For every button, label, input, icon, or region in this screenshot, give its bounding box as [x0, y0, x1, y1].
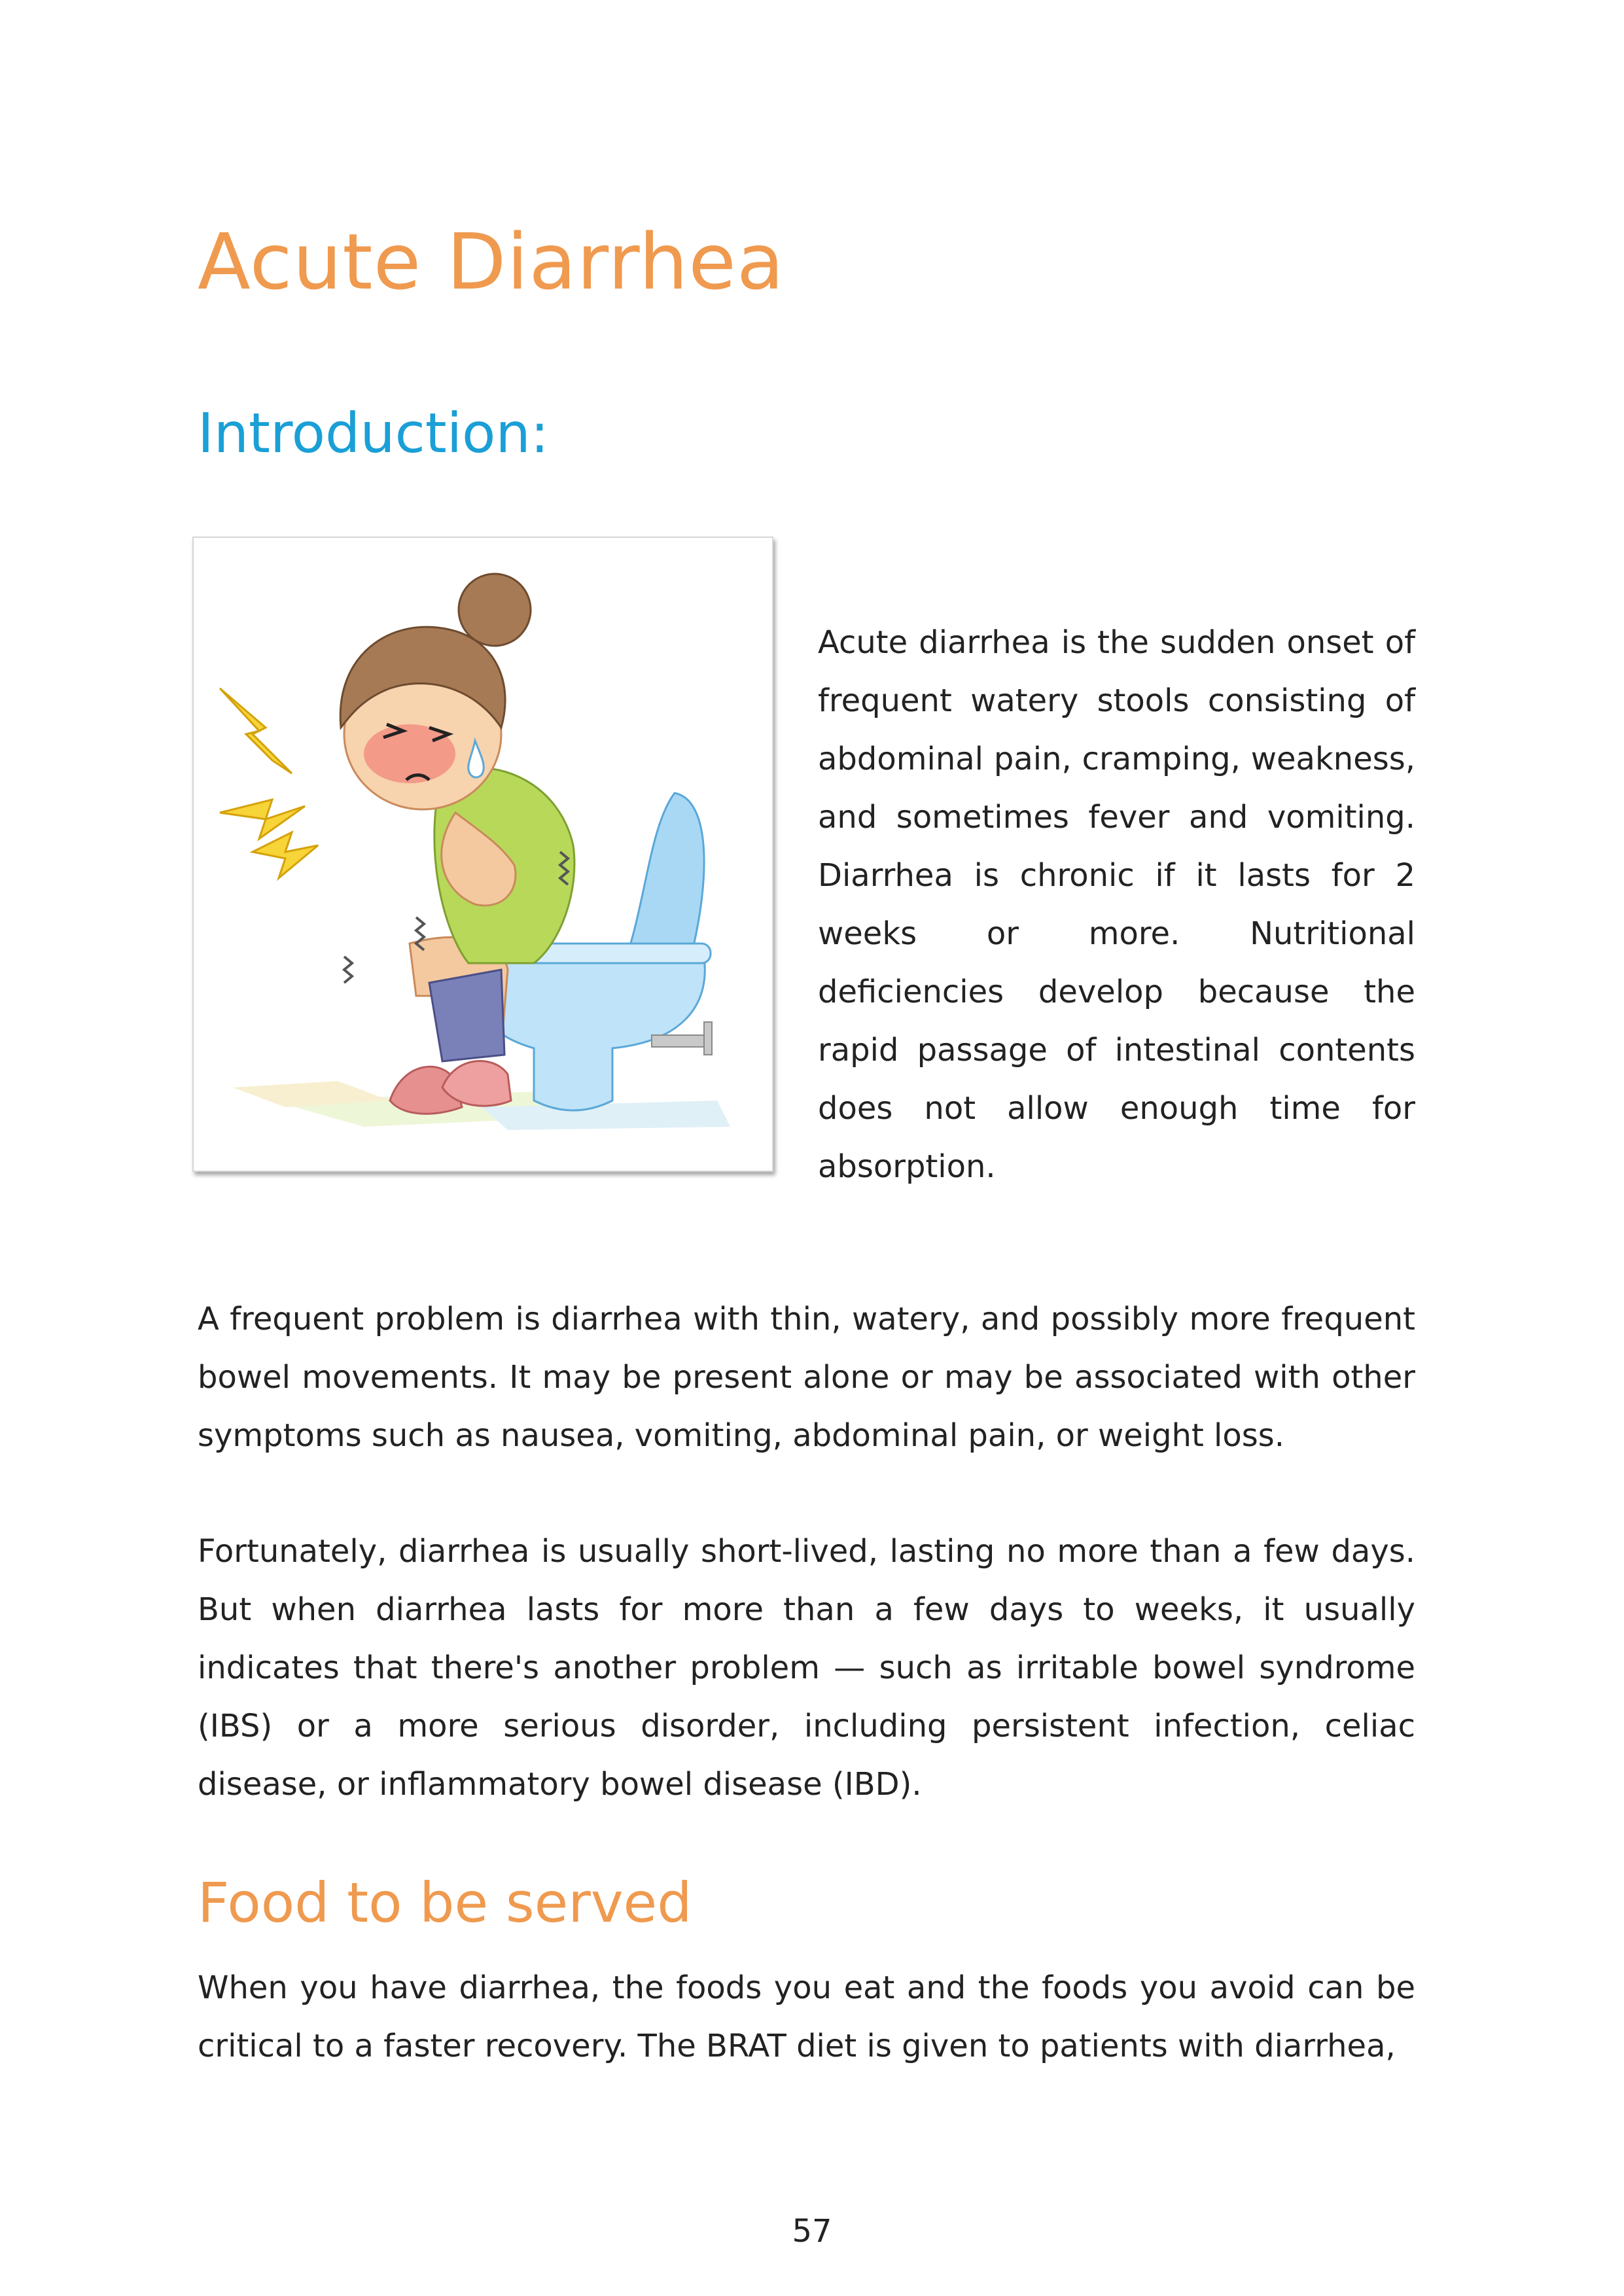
person-on-toilet-illustration [219, 573, 730, 1130]
page-title: Acute Diarrhea [198, 217, 785, 307]
body-paragraph-3: When you have diarrhea, the foods you ea… [198, 1969, 1415, 2064]
page-number: 57 [792, 2213, 832, 2250]
illustration-frame [192, 537, 773, 1172]
body-paragraph-1: A frequent problem is diarrhea with thin… [198, 1301, 1415, 1454]
food-heading: Food to be served [198, 1871, 692, 1935]
body-paragraph-2: Fortunately, diarrhea is usually short-l… [198, 1533, 1415, 1803]
introduction-text: Acute diarrhea is the sudden onset of fr… [818, 624, 1415, 1185]
introduction-heading: Introduction: [198, 401, 549, 465]
